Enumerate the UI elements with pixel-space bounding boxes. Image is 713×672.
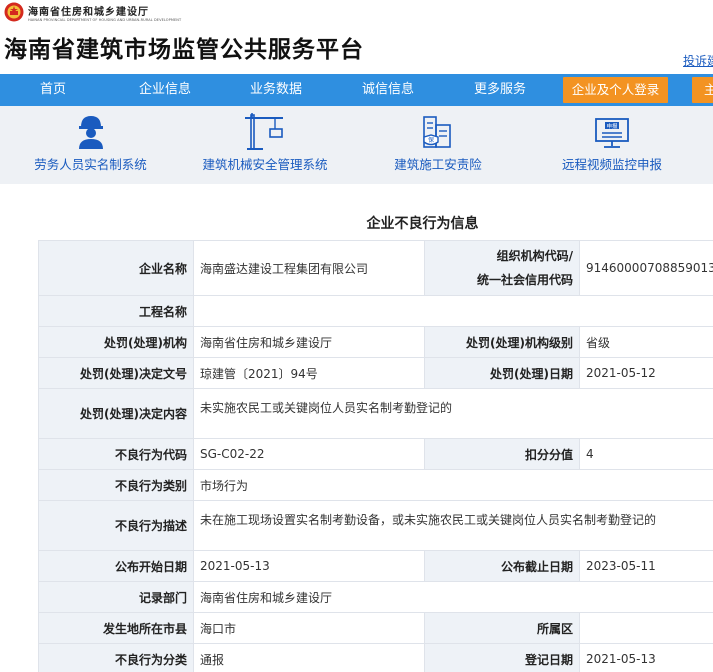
table-row: 记录部门 海南省住房和城乡建设厅 (38, 581, 713, 613)
project-name-value (193, 295, 713, 327)
login-button[interactable]: 企业及个人登录 (563, 77, 668, 103)
project-name-label: 工程名称 (38, 295, 194, 327)
company-name-label: 企业名称 (38, 240, 194, 296)
behavior-code-value: SG-C02-22 (193, 438, 425, 470)
svg-text:保: 保 (428, 136, 434, 144)
category-value: 市场行为 (193, 469, 713, 501)
city-label: 发生地所在市县 (38, 612, 194, 644)
district-value (579, 612, 713, 644)
building-insurance-icon: 保 (423, 116, 451, 148)
service-label: 远程视频监控申报 (561, 157, 662, 172)
svg-text:申报: 申报 (606, 122, 618, 130)
service-label: 建筑机械安全管理系统 (202, 157, 328, 172)
service-remote-monitoring[interactable]: 申报 远程视频监控申报 (556, 106, 668, 184)
penalty-date-value: 2021-05-12 (579, 357, 713, 389)
table-row: 不良行为代码 SG-C02-22 扣分分值 4 (38, 438, 713, 470)
main-nav: 首页 企业信息 业务数据 诚信信息 更多服务 企业及个人登录 主 (0, 74, 713, 106)
publish-start-label: 公布开始日期 (38, 550, 194, 582)
decision-label: 处罚(处理)决定内容 (38, 388, 194, 439)
table-row: 不良行为分类 通报 登记日期 2021-05-13 (38, 643, 713, 672)
register-date-label: 登记日期 (424, 643, 580, 672)
logo[interactable]: 海南省住房和城乡建设厅 HAINAN PROVINCIAL DEPARTMENT… (4, 2, 181, 22)
nav-item-business-data[interactable]: 业务数据 (237, 74, 315, 106)
national-emblem-icon (4, 2, 24, 22)
points-value: 4 (579, 438, 713, 470)
description-label: 不良行为描述 (38, 500, 194, 551)
site-header: 海南省住房和城乡建设厅 HAINAN PROVINCIAL DEPARTMENT… (0, 0, 713, 74)
table-row: 公布开始日期 2021-05-13 公布截止日期 2023-05-11 (38, 550, 713, 582)
monitor-report-icon: 申报 (595, 118, 629, 148)
service-label: 劳务人员实名制系统 (34, 157, 147, 172)
penalty-level-value: 省级 (579, 326, 713, 358)
doc-no-label: 处罚(处理)决定文号 (38, 357, 194, 389)
points-label: 扣分分值 (424, 438, 580, 470)
table-row: 不良行为类别 市场行为 (38, 469, 713, 501)
penalty-org-label: 处罚(处理)机构 (38, 326, 194, 358)
nav-item-more[interactable]: 更多服务 (461, 74, 539, 106)
nav-extra-button[interactable]: 主 (692, 77, 713, 103)
nav-item-company[interactable]: 企业信息 (126, 74, 204, 106)
penalty-level-label: 处罚(处理)机构级别 (424, 326, 580, 358)
org-code-label: 组织机构代码/ 统一社会信用代码 (424, 240, 580, 296)
register-date-value: 2021-05-13 (579, 643, 713, 672)
quick-services: 劳务人员实名制系统 建筑机械安全管理系统 保 建筑施工安责险 申报 远程视频监控… (0, 106, 713, 184)
publish-end-label: 公布截止日期 (424, 550, 580, 582)
service-machinery-safety[interactable]: 建筑机械安全管理系统 (196, 106, 334, 184)
org-code-label-line1: 组织机构代码/ (496, 249, 573, 263)
bad-behavior-table: 企业名称 海南盛达建设工程集团有限公司 组织机构代码/ 统一社会信用代码 914… (38, 240, 713, 672)
nav-item-credit[interactable]: 诚信信息 (349, 74, 427, 106)
table-row: 处罚(处理)决定文号 琼建管〔2021〕94号 处罚(处理)日期 2021-05… (38, 357, 713, 389)
service-safety-insurance[interactable]: 保 建筑施工安责险 (388, 106, 488, 184)
table-row: 处罚(处理)决定内容 未实施农民工或关键岗位人员实名制考勤登记的 (38, 388, 713, 439)
panel-title: 企业不良行为信息 (366, 216, 479, 232)
description-value: 未在施工现场设置实名制考勤设备，或未实施农民工或关键岗位人员实名制考勤登记的 (193, 500, 713, 551)
penalty-org-value: 海南省住房和城乡建设厅 (193, 326, 425, 358)
publish-start-value: 2021-05-13 (193, 550, 425, 582)
category-label: 不良行为类别 (38, 469, 194, 501)
nav-item-home[interactable]: 首页 (14, 74, 92, 106)
worker-icon (78, 116, 103, 149)
record-dept-value: 海南省住房和城乡建设厅 (193, 581, 713, 613)
decision-value: 未实施农民工或关键岗位人员实名制考勤登记的 (193, 388, 713, 439)
logo-subtitle: HAINAN PROVINCIAL DEPARTMENT OF HOUSING … (28, 17, 182, 22)
logo-title: 海南省住房和城乡建设厅 (28, 6, 149, 18)
table-row: 企业名称 海南盛达建设工程集团有限公司 组织机构代码/ 统一社会信用代码 914… (38, 240, 713, 296)
district-label: 所属区 (424, 612, 580, 644)
crane-icon (245, 113, 283, 150)
service-label: 建筑施工安责险 (394, 157, 482, 172)
table-row: 处罚(处理)机构 海南省住房和城乡建设厅 处罚(处理)机构级别 省级 (38, 326, 713, 358)
company-name-value: 海南盛达建设工程集团有限公司 (193, 240, 425, 296)
doc-no-value: 琼建管〔2021〕94号 (193, 357, 425, 389)
publish-end-value: 2023-05-11 (579, 550, 713, 582)
record-dept-label: 记录部门 (38, 581, 194, 613)
org-code-value: 9146000070885901​3Y (579, 240, 713, 296)
penalty-date-label: 处罚(处理)日期 (424, 357, 580, 389)
classification-value: 通报 (193, 643, 425, 672)
table-row: 发生地所在市县 海口市 所属区 (38, 612, 713, 644)
table-row: 工程名称 (38, 295, 713, 327)
behavior-code-label: 不良行为代码 (38, 438, 194, 470)
classification-label: 不良行为分类 (38, 643, 194, 672)
table-row: 不良行为描述 未在施工现场设置实名制考勤设备，或未实施农民工或关键岗位人员实名制… (38, 500, 713, 551)
complaint-link[interactable]: 投诉建议 (683, 52, 713, 69)
org-code-label-line2: 统一社会信用代码 (476, 273, 573, 287)
service-labor-realname[interactable]: 劳务人员实名制系统 (28, 106, 153, 184)
city-value: 海口市 (193, 612, 425, 644)
site-title: 海南省建筑市场监管公共服务平台 (4, 37, 364, 63)
